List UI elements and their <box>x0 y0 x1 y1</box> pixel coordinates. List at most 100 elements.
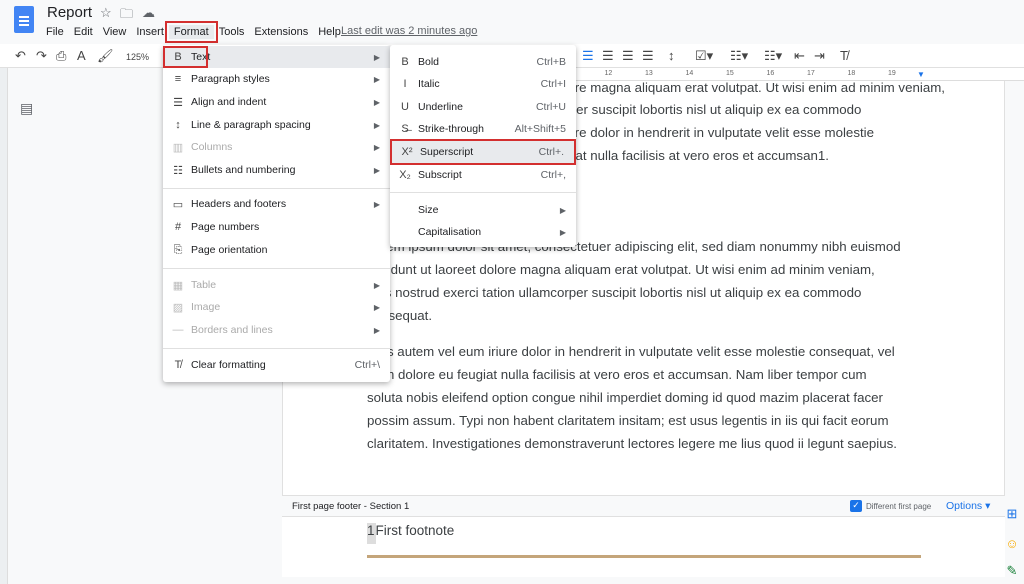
shortcut-label: Ctrl+I <box>540 78 566 90</box>
ruler-tick-label: 17 <box>807 70 815 77</box>
text-submenu-item-size[interactable]: Size ▶ <box>390 199 576 221</box>
menu-item-label: Page numbers <box>191 221 260 233</box>
submenu-arrow-icon: ▶ <box>373 74 380 84</box>
align-left-icon[interactable]: ☰ <box>582 48 594 64</box>
shortcut-label: Ctrl+U <box>535 101 566 113</box>
format-menu-item-table[interactable]: ▦ Table ▶ <box>163 274 390 296</box>
document-line[interactable]: possim assum. Typi non habent claritatem… <box>367 411 889 431</box>
submenu-arrow-icon: ▶ <box>373 52 380 62</box>
format-menu-item-bullets-and-numbering[interactable]: ☷ Bullets and numbering ▶ <box>163 159 390 181</box>
document-outline-icon[interactable]: ▤ <box>20 100 33 117</box>
indent-marker-icon[interactable]: ▼ <box>917 70 925 79</box>
menu-item-label: Bold <box>418 56 440 68</box>
menu-file[interactable]: File <box>41 25 69 39</box>
text-submenu-item-strike-through[interactable]: S̶ Strike-through Alt+Shift+5 <box>390 118 576 140</box>
menu-insert[interactable]: Insert <box>131 25 169 39</box>
redo-icon[interactable]: ↷ <box>36 48 47 64</box>
menu-edit[interactable]: Edit <box>69 25 98 39</box>
text-submenu-item-italic[interactable]: I Italic Ctrl+I <box>390 73 576 95</box>
align-and-indent-icon: ☰ <box>173 96 183 109</box>
clear-formatting-icon[interactable]: T̸ <box>840 48 848 63</box>
text-submenu-item-underline[interactable]: U Underline Ctrl+U <box>390 96 576 118</box>
footnote-text: First footnote <box>375 523 455 538</box>
menu-item-label: Subscript <box>418 169 462 181</box>
document-line[interactable]: soluta nobis eleifend option congue nihi… <box>367 388 883 408</box>
print-icon[interactable]: ⎙ <box>56 48 66 64</box>
shortcut-label: Ctrl+B <box>536 56 566 68</box>
last-edit-link[interactable]: Last edit was 2 minutes ago <box>341 25 477 37</box>
italic-icon: I <box>403 78 407 90</box>
submenu-arrow-icon: ▶ <box>373 280 380 290</box>
highlight-box <box>163 46 208 68</box>
paint-format-icon[interactable]: 🖌 <box>97 48 114 64</box>
star-icon[interactable]: ☆ <box>100 5 112 21</box>
document-title[interactable]: Report <box>47 4 92 21</box>
ruler-tick-label: 12 <box>604 70 613 77</box>
undo-icon[interactable]: ↶ <box>15 48 26 64</box>
format-menu-item-paragraph-styles[interactable]: ≡ Paragraph styles ▶ <box>163 68 390 90</box>
vertical-ruler[interactable] <box>0 68 8 584</box>
bulleted-list-icon[interactable]: ☷▾ <box>730 48 748 64</box>
options-dropdown[interactable]: Options ▾ <box>946 500 990 512</box>
format-menu-item-page-numbers[interactable]: # Page numbers <box>163 216 390 238</box>
text-submenu-item-superscript[interactable]: X² Superscript Ctrl+. <box>390 139 576 165</box>
page-orientation-icon: ⎘ <box>173 243 183 256</box>
justify-icon[interactable]: ☰ <box>642 48 654 64</box>
footnote[interactable]: 1First footnote <box>367 523 455 544</box>
docs-logo[interactable] <box>14 6 34 33</box>
menu-item-label: Headers and footers <box>191 198 287 210</box>
add-comment-icon[interactable]: ⊞ <box>1003 505 1021 523</box>
cloud-status-icon[interactable]: ☁ <box>142 5 155 21</box>
shortcut-label: Ctrl+\ <box>354 359 380 371</box>
suggest-edits-icon[interactable]: ✎ <box>1003 562 1021 580</box>
text-submenu-item-capitalisation[interactable]: Capitalisation ▶ <box>390 221 576 243</box>
menu-tools[interactable]: Tools <box>214 25 250 39</box>
shortcut-label: Ctrl+, <box>540 169 566 181</box>
menu-item-label: Clear formatting <box>191 359 266 371</box>
menu-item-label: Capitalisation <box>418 226 482 238</box>
menu-item-label: Italic <box>418 78 440 90</box>
menu-format[interactable]: Format <box>164 21 218 43</box>
submenu-arrow-icon: ▶ <box>373 97 380 107</box>
line-spacing-icon[interactable]: ↕ <box>668 48 675 63</box>
spellcheck-icon[interactable]: A <box>77 48 86 63</box>
align-center-icon[interactable]: ☰ <box>602 48 614 64</box>
document-line[interactable]: claritatem. Investigationes demonstraver… <box>367 434 897 454</box>
footer-bar: First page footer - Section 1 ✓ Differen… <box>282 495 1005 517</box>
format-menu-item-headers-and-footers[interactable]: ▭ Headers and footers ▶ <box>163 193 390 215</box>
shortcut-label: Ctrl+. <box>538 146 564 158</box>
text-submenu-item-subscript[interactable]: X₂ Subscript Ctrl+, <box>390 164 576 186</box>
increase-indent-icon[interactable]: ⇥ <box>814 48 825 64</box>
format-menu-item-borders-and-lines[interactable]: — Borders and lines ▶ <box>163 319 390 341</box>
submenu-arrow-icon: ▶ <box>373 302 380 312</box>
zoom-select[interactable]: 125% <box>126 52 149 62</box>
submenu-arrow-icon: ▶ <box>559 227 566 237</box>
document-line[interactable]: Duis autem vel eum iriure dolor in hendr… <box>367 342 895 362</box>
strike-through-icon: S̶ <box>401 123 409 135</box>
footer-label: First page footer - Section 1 <box>292 501 410 512</box>
checklist-icon[interactable]: ☑▾ <box>695 48 713 64</box>
submenu-arrow-icon: ▶ <box>373 325 380 335</box>
decrease-indent-icon[interactable]: ⇤ <box>794 48 805 64</box>
submenu-arrow-icon: ▶ <box>373 142 380 152</box>
format-menu-item-align-and-indent[interactable]: ☰ Align and indent ▶ <box>163 91 390 113</box>
format-menu-item-clear-formatting[interactable]: T̸ Clear formatting Ctrl+\ <box>163 354 390 376</box>
numbered-list-icon[interactable]: ☷▾ <box>764 48 782 64</box>
emoji-reaction-icon[interactable]: ☺ <box>1003 535 1021 553</box>
submenu-arrow-icon: ▶ <box>373 120 380 130</box>
align-right-icon[interactable]: ☰ <box>622 48 634 64</box>
document-line[interactable]: quis nostrud exerci tation ullamcorper s… <box>367 283 861 303</box>
move-folder-icon[interactable]: 🗀 <box>120 5 133 27</box>
format-menu-item-page-orientation[interactable]: ⎘ Page orientation <box>163 239 390 261</box>
format-menu-item-line-paragraph-spacing[interactable]: ↕ Line & paragraph spacing ▶ <box>163 114 390 136</box>
format-menu-item-columns[interactable]: ▥ Columns ▶ <box>163 136 390 158</box>
text-submenu-item-bold[interactable]: B Bold Ctrl+B <box>390 51 576 73</box>
document-line[interactable]: tincidunt ut laoreet dolore magna aliqua… <box>367 260 875 280</box>
menu-extensions[interactable]: Extensions <box>249 25 313 39</box>
document-line[interactable]: illum dolore eu feugiat nulla facilisis … <box>367 365 867 385</box>
different-first-page-checkbox[interactable]: ✓ <box>850 500 862 512</box>
shortcut-label: Alt+Shift+5 <box>514 123 566 135</box>
menu-view[interactable]: View <box>98 25 132 39</box>
ruler-tick-label: 16 <box>766 70 775 77</box>
format-menu-item-image[interactable]: ▨ Image ▶ <box>163 296 390 318</box>
